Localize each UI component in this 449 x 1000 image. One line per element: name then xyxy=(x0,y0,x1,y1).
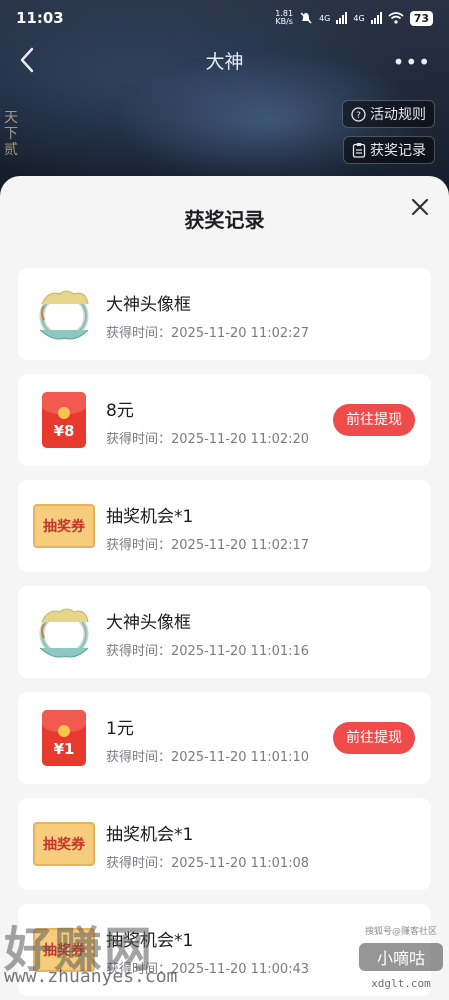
net-speed: 1.81 KB/s xyxy=(275,9,294,26)
record-time: 获得时间：2025-11-20 11:02:20 xyxy=(106,432,310,447)
record-item: 抽奖券 抽奖机会*1 获得时间：2025-11-20 11:02:17 xyxy=(18,480,431,572)
record-item: 大神头像框获得时间：2025-11-20 11:02:27 xyxy=(18,268,431,360)
question-icon: ? xyxy=(351,106,366,122)
sheet-title: 获奖记录 xyxy=(184,208,265,232)
red-packet-icon: ¥8 xyxy=(32,388,96,452)
rules-button[interactable]: ? 活动规则 xyxy=(342,100,435,128)
signal-2-icon xyxy=(370,12,382,24)
clipboard-icon xyxy=(352,143,366,158)
signal-1-label: 4G xyxy=(319,13,331,23)
lottery-ticket-icon: 抽奖券 xyxy=(32,812,96,876)
more-icon[interactable]: ••• xyxy=(393,50,431,74)
lottery-ticket-icon: 抽奖券 xyxy=(32,494,96,558)
back-icon[interactable] xyxy=(16,46,40,74)
withdraw-button[interactable]: 前往提现 xyxy=(333,722,415,754)
status-time: 11:03 xyxy=(16,9,64,27)
svg-text:?: ? xyxy=(356,111,361,121)
red-packet-amount: ¥8 xyxy=(53,422,75,440)
lottery-ticket-icon: 抽奖券 xyxy=(32,918,96,982)
record-name: 1元 xyxy=(106,719,134,739)
record-name: 大神头像框 xyxy=(106,295,191,315)
record-name: 抽奖机会*1 xyxy=(106,507,194,527)
red-packet-icon: ¥1 xyxy=(32,706,96,770)
record-item: 抽奖券 抽奖机会*1 获得时间：2025-11-20 11:00:43 xyxy=(18,904,431,996)
signal-2-label: 4G xyxy=(353,13,365,23)
record-list: 大神头像框 获得时间：2025-11-20 11:02:27 ¥8 8元 获得时间：20… xyxy=(18,268,431,1000)
calligraphy-decoration: 天下贰 xyxy=(4,110,18,158)
status-icons: 1.81 KB/s 4G 4G 73 xyxy=(275,10,433,26)
wifi-icon xyxy=(388,12,404,24)
record-name: 抽奖机会*1 xyxy=(106,825,194,845)
red-packet-amount: ¥1 xyxy=(53,740,75,758)
record-item: 抽奖券 抽奖机会*1 获得时间：2025-11-20 11:01:08 xyxy=(18,798,431,890)
withdraw-button[interactable]: 前往提现 xyxy=(333,404,415,436)
record-item: ¥8 8元获得时间：2025-11-20 11:02:20 前往提现 xyxy=(18,374,431,466)
avatar-frame-icon xyxy=(32,600,96,664)
records-label: 获奖记录 xyxy=(370,143,426,159)
record-time: 获得时间：2025-11-20 11:01:10 xyxy=(106,750,310,765)
rules-label: 活动规则 xyxy=(370,107,426,123)
record-time: 获得时间：2025-11-20 11:02:17 xyxy=(106,538,310,553)
record-name: 大神头像框 xyxy=(106,613,191,633)
mute-icon xyxy=(300,12,312,24)
records-button[interactable]: 获奖记录 xyxy=(343,136,435,164)
record-time: 获得时间：2025-11-20 11:01:08 xyxy=(106,856,310,871)
avatar-frame-icon xyxy=(32,282,96,346)
close-icon[interactable] xyxy=(409,196,431,218)
record-time: 获得时间：2025-11-20 11:01:16 xyxy=(106,644,310,659)
page-title: 大神 xyxy=(205,50,244,73)
record-name: 8元 xyxy=(106,401,134,421)
record-item: ¥1 1元获得时间：2025-11-20 11:01:10 前往提现 xyxy=(18,692,431,784)
signal-1-icon xyxy=(336,12,348,24)
status-bar: 11:03 1.81 KB/s 4G 4G 73 xyxy=(0,0,449,36)
battery-indicator: 73 xyxy=(409,10,433,26)
record-time: 获得时间：2025-11-20 11:02:27 xyxy=(106,326,310,341)
records-sheet: 获奖记录 大神头像框 获得时间：2025-11-20 11:02:27 ¥8 8元 获得… xyxy=(0,176,449,1000)
ticket-label: 抽奖券 xyxy=(33,928,95,972)
ticket-label: 抽奖券 xyxy=(33,504,95,548)
ticket-label: 抽奖券 xyxy=(33,822,95,866)
nav-bar: 大神 ••• xyxy=(0,38,449,82)
record-item: 大神头像框获得时间：2025-11-20 11:01:16 xyxy=(18,586,431,678)
record-time: 获得时间：2025-11-20 11:00:43 xyxy=(106,962,310,977)
record-name: 抽奖机会*1 xyxy=(106,931,194,951)
